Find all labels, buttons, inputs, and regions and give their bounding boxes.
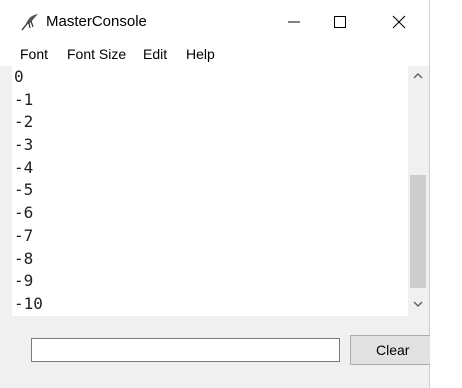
console-output[interactable]: 0 -1 -2 -3 -4 -5 -6 -7 -8 -9 -10 xyxy=(12,66,408,316)
app-feather-icon xyxy=(20,12,40,32)
minimize-button[interactable] xyxy=(271,0,317,44)
scroll-up-button[interactable] xyxy=(408,66,428,86)
console-line: -2 xyxy=(14,112,34,132)
console-line: -6 xyxy=(14,203,34,223)
chevron-up-icon xyxy=(413,73,423,79)
command-input[interactable] xyxy=(31,338,340,362)
menu-help[interactable]: Help xyxy=(186,46,215,62)
console-line: -8 xyxy=(14,248,34,268)
close-icon xyxy=(392,15,406,29)
menu-bar: Font Font Size Edit Help xyxy=(0,44,429,66)
window-title: MasterConsole xyxy=(46,13,147,30)
clear-button[interactable]: Clear xyxy=(350,335,430,365)
console-line: -4 xyxy=(14,157,34,177)
master-console-window: MasterConsole Font Font Size Edit Help 0… xyxy=(0,0,430,388)
maximize-icon xyxy=(334,16,346,28)
console-line: -1 xyxy=(14,89,34,109)
minimize-icon xyxy=(288,21,300,23)
menu-edit[interactable]: Edit xyxy=(143,46,167,62)
title-bar[interactable]: MasterConsole xyxy=(0,0,429,44)
close-button[interactable] xyxy=(376,0,422,44)
chevron-down-icon xyxy=(413,301,423,307)
console-line: -10 xyxy=(14,293,43,313)
console-line: -5 xyxy=(14,180,34,200)
scroll-thumb[interactable] xyxy=(410,175,426,288)
menu-font[interactable]: Font xyxy=(20,46,48,62)
console-scrollbar[interactable] xyxy=(408,66,428,316)
console-line: -9 xyxy=(14,271,34,291)
console-line: -7 xyxy=(14,225,34,245)
console-line: -3 xyxy=(14,135,34,155)
maximize-button[interactable] xyxy=(317,0,363,44)
scroll-down-button[interactable] xyxy=(408,294,428,314)
menu-font-size[interactable]: Font Size xyxy=(67,46,126,62)
console-line: 0 xyxy=(14,67,24,86)
